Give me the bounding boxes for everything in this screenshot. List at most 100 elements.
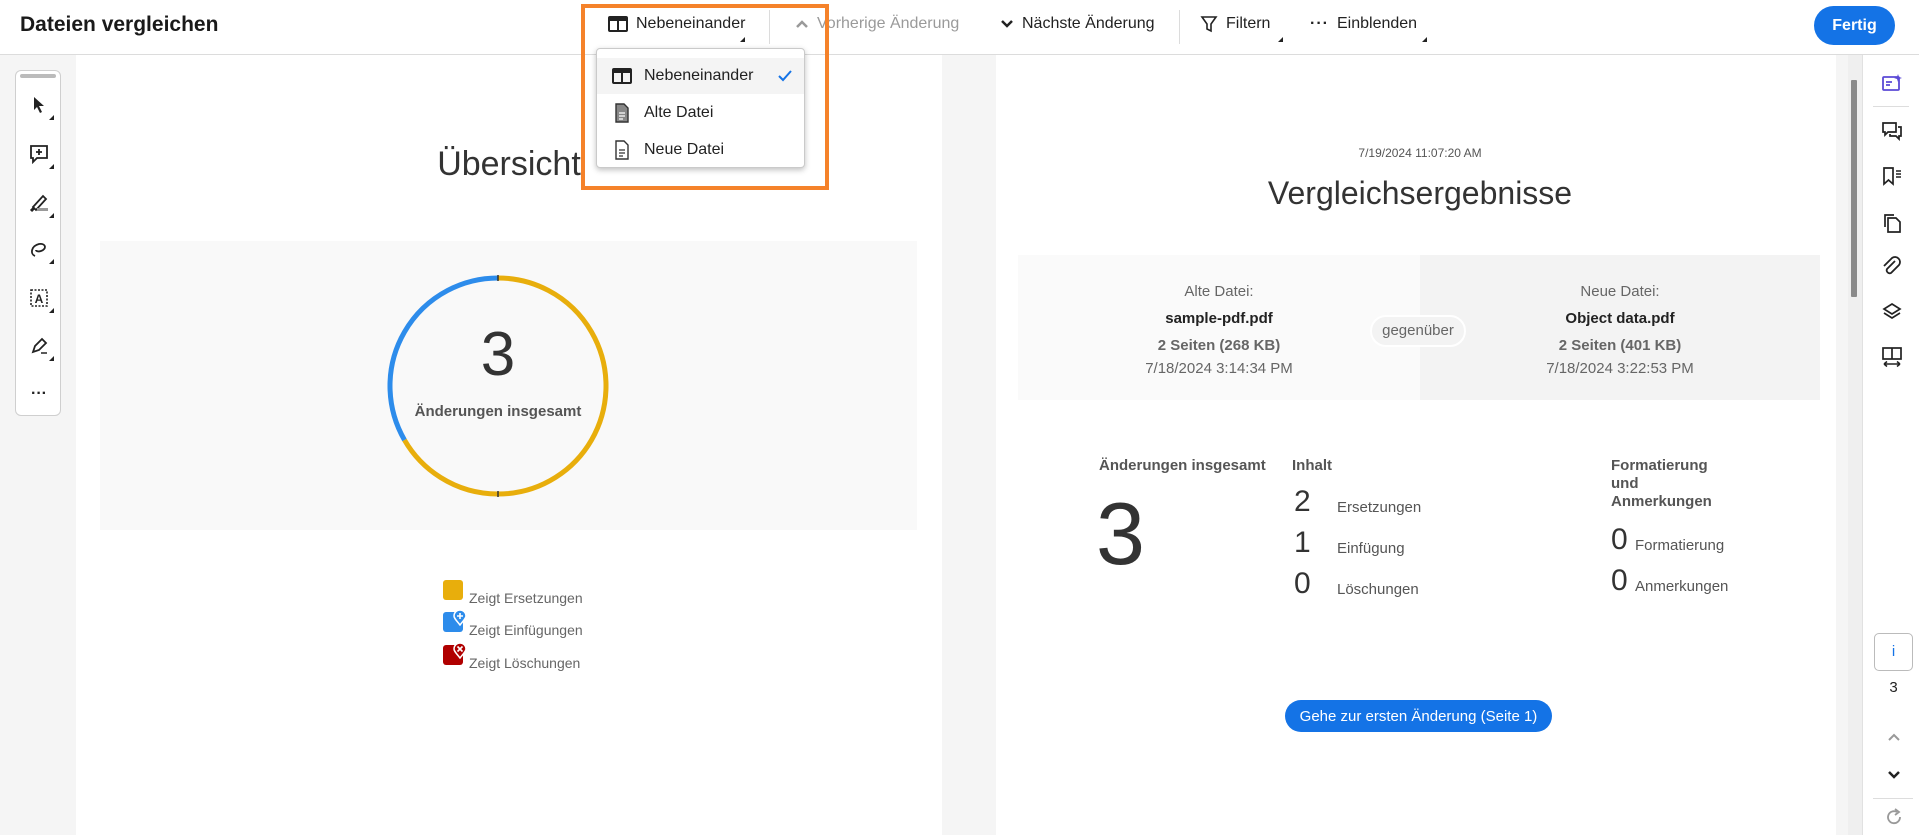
more-icon: ··· bbox=[1310, 15, 1329, 32]
new-file-name: Object data.pdf bbox=[1565, 310, 1675, 327]
old-file-heading: Alte Datei: bbox=[1184, 283, 1254, 300]
refresh-button[interactable] bbox=[1882, 805, 1906, 829]
replacement-count: 2 bbox=[1294, 485, 1311, 518]
scrollbar-thumb[interactable] bbox=[1851, 80, 1857, 297]
right-sidebar: i 3 bbox=[1862, 55, 1919, 835]
legend-insertions: Zeigt Einfügungen bbox=[443, 610, 583, 638]
next-change-button[interactable]: Nächste Änderung bbox=[1000, 15, 1155, 33]
new-file-date: 7/18/2024 3:22:53 PM bbox=[1546, 360, 1694, 377]
new-file-pages: 2 Seiten (401 KB) bbox=[1558, 337, 1682, 354]
attachments-button[interactable] bbox=[1880, 255, 1904, 279]
divider bbox=[1873, 106, 1909, 107]
report-timestamp: 7/19/2024 11:07:20 AM bbox=[1358, 146, 1482, 160]
highlight-frame bbox=[581, 4, 829, 190]
text-tool[interactable]: A bbox=[24, 283, 54, 313]
highlighter-icon bbox=[29, 194, 48, 213]
comments-icon bbox=[1882, 122, 1902, 141]
old-file-date: 7/18/2024 3:14:34 PM bbox=[1145, 360, 1293, 377]
old-file-pages: 2 Seiten (268 KB) bbox=[1157, 337, 1281, 354]
insertion-marker-icon bbox=[443, 610, 467, 632]
compare-panel-button[interactable] bbox=[1880, 71, 1904, 95]
pages-button[interactable] bbox=[1880, 211, 1904, 235]
filter-label: Filtern bbox=[1226, 15, 1271, 32]
add-comment-tool[interactable] bbox=[24, 139, 54, 169]
page-title: Dateien vergleichen bbox=[20, 13, 219, 36]
right-page-results: 7/19/2024 11:07:20 AM Vergleichsergebnis… bbox=[996, 55, 1836, 835]
cursor-arrow-icon bbox=[34, 97, 44, 113]
content-row: 1 Einfügung bbox=[1294, 526, 1405, 560]
page-number: 3 bbox=[1889, 679, 1898, 696]
show-button[interactable]: ··· Einblenden bbox=[1310, 15, 1427, 42]
pen-sign-icon bbox=[31, 337, 48, 354]
tool-panel: A ··· bbox=[15, 70, 61, 416]
select-tool[interactable] bbox=[24, 90, 54, 120]
chevron-up-icon bbox=[1888, 733, 1900, 741]
insertion-label: Einfügung bbox=[1337, 540, 1405, 557]
old-file-name: sample-pdf.pdf bbox=[1165, 310, 1273, 327]
filter-button[interactable]: Filtern bbox=[1200, 15, 1283, 42]
legend-replacements: Zeigt Ersetzungen bbox=[443, 580, 583, 606]
total-changes-count: 3 bbox=[480, 320, 516, 389]
top-toolbar: Dateien vergleichen Nebeneinander Vorher… bbox=[0, 0, 1919, 55]
format-row: 0 Formatierung bbox=[1611, 523, 1724, 557]
paperclip-icon bbox=[1883, 256, 1901, 275]
insertion-count: 1 bbox=[1294, 526, 1311, 559]
replacement-label: Ersetzungen bbox=[1337, 499, 1422, 516]
new-file-heading: Neue Datei: bbox=[1580, 283, 1660, 300]
old-file-info: Alte Datei: sample-pdf.pdf 2 Seiten (268… bbox=[1018, 255, 1420, 400]
go-to-first-change-button[interactable]: Gehe zur ersten Änderung (Seite 1) bbox=[1285, 700, 1552, 732]
chevron-down-icon bbox=[1888, 771, 1900, 779]
more-tools-button[interactable]: ··· bbox=[24, 379, 54, 409]
text-box-icon: A bbox=[30, 289, 48, 307]
replacement-swatch-icon bbox=[443, 580, 463, 600]
deletion-marker-icon bbox=[443, 643, 467, 665]
draw-tool[interactable] bbox=[24, 234, 54, 264]
show-label: Einblenden bbox=[1336, 15, 1418, 32]
legend-label: Zeigt Löschungen bbox=[469, 655, 581, 671]
deletion-label: Löschungen bbox=[1337, 581, 1419, 598]
chevron-down-icon bbox=[1001, 20, 1013, 28]
total-count: 3 bbox=[1096, 484, 1145, 583]
bookmark-list-icon bbox=[1883, 167, 1901, 186]
versus-badge: gegenüber bbox=[1370, 315, 1466, 347]
side-by-side-sync-button[interactable] bbox=[1880, 345, 1904, 369]
content-row: 0 Löschungen bbox=[1294, 567, 1419, 601]
results-title: Vergleichsergebnisse bbox=[1267, 175, 1573, 211]
more-icon: ··· bbox=[31, 385, 47, 402]
drag-handle[interactable] bbox=[20, 74, 56, 78]
sign-tool[interactable] bbox=[24, 331, 54, 361]
layers-icon bbox=[1882, 302, 1902, 320]
sync-scroll-icon bbox=[1882, 347, 1902, 368]
next-page-button[interactable] bbox=[1882, 763, 1906, 787]
previous-change-label: Vorherige Änderung bbox=[817, 15, 960, 32]
legend-deletions: Zeigt Löschungen bbox=[443, 643, 580, 671]
summary-chart-panel: 3 Änderungen insgesamt bbox=[100, 241, 917, 530]
new-file-info: Neue Datei: Object data.pdf 2 Seiten (40… bbox=[1420, 255, 1820, 400]
copy-pages-icon bbox=[1884, 214, 1901, 233]
bookmarks-button[interactable] bbox=[1880, 164, 1904, 188]
comment-plus-icon bbox=[30, 145, 48, 164]
divider bbox=[1873, 798, 1913, 799]
previous-page-button[interactable] bbox=[1882, 725, 1906, 749]
content-heading: Inhalt bbox=[1292, 457, 1332, 474]
layers-button[interactable] bbox=[1880, 300, 1904, 324]
formatting-count: 0 bbox=[1611, 523, 1628, 556]
format-heading: Formatierung und Anmerkungen bbox=[1611, 457, 1712, 510]
done-button[interactable]: Fertig bbox=[1814, 6, 1895, 45]
compare-ai-icon bbox=[1882, 74, 1902, 91]
filter-icon bbox=[1200, 16, 1218, 33]
legend-label: Zeigt Ersetzungen bbox=[469, 590, 583, 606]
content-row: 2 Ersetzungen bbox=[1294, 485, 1421, 519]
legend-label: Zeigt Einfügungen bbox=[469, 622, 583, 638]
freehand-loop-icon bbox=[31, 243, 46, 257]
refresh-icon bbox=[1887, 808, 1901, 825]
annotation-count: 0 bbox=[1611, 564, 1628, 597]
divider bbox=[1179, 10, 1180, 44]
svg-text:A: A bbox=[35, 292, 44, 306]
comments-button[interactable] bbox=[1880, 119, 1904, 143]
annotation-label: Anmerkungen bbox=[1635, 578, 1729, 595]
highlight-tool[interactable] bbox=[24, 188, 54, 218]
deletion-count: 0 bbox=[1294, 567, 1311, 600]
page-info-button[interactable]: i bbox=[1874, 633, 1913, 671]
total-heading: Änderungen insgesamt bbox=[1099, 457, 1266, 474]
